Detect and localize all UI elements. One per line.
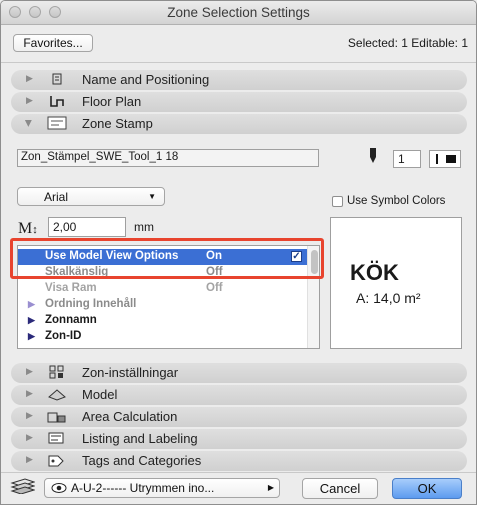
panel-label: Floor Plan (82, 94, 142, 109)
layer-dropdown[interactable]: A-U-2------ Utrymmen ino... ▶ (44, 478, 280, 498)
panel-area-calculation[interactable]: ▶ Area Calculation (11, 407, 467, 427)
selection-status: Selected: 1 Editable: 1 (347, 36, 468, 50)
name-positioning-icon (49, 72, 65, 86)
zone-stamp-preview: KÖK A: 14,0 m² (330, 217, 462, 349)
floor-plan-icon (49, 94, 65, 108)
text-size-field[interactable]: 2,00 (48, 217, 126, 237)
parameter-row-visa-ram[interactable]: Visa Ram Off (18, 281, 307, 297)
expand-triangle-icon[interactable]: ▶ (28, 331, 35, 342)
use-symbol-colors-checkbox[interactable] (332, 196, 343, 207)
font-dropdown[interactable]: Arial ▼ (17, 187, 165, 206)
panel-zone-settings[interactable]: ▶ Zon-inställningar (11, 363, 467, 383)
zone-stamp-icon (47, 116, 67, 130)
font-value: Arial (44, 190, 69, 204)
swatch-bar (436, 154, 438, 164)
preview-zone-name: KÖK (350, 260, 399, 285)
pen-number-field[interactable]: 1 (393, 150, 421, 168)
window-title: Zone Selection Settings (167, 5, 310, 20)
expand-triangle-icon[interactable]: ▶ (26, 454, 33, 465)
expand-triangle-icon[interactable]: ▶ (26, 73, 33, 84)
chevron-down-icon: ▼ (148, 192, 156, 201)
cancel-button[interactable]: Cancel (302, 478, 378, 499)
panel-name-and-positioning[interactable]: ▶ Name and Positioning (11, 70, 467, 90)
swatch-fill (446, 155, 456, 163)
panel-label: Zon-inställningar (82, 365, 179, 380)
layer-value: A-U-2------ Utrymmen ino... (71, 481, 215, 495)
zone-selection-settings-window: Zone Selection Settings Favorites... Sel… (0, 0, 477, 505)
panel-label: Tags and Categories (82, 453, 202, 468)
expand-triangle-icon[interactable]: ▶ (26, 95, 33, 106)
expand-triangle-icon[interactable]: ▶ (28, 299, 35, 310)
chevron-right-icon: ▶ (267, 483, 274, 492)
panel-label: Name and Positioning (82, 72, 210, 87)
text-size-unit: mm (134, 220, 154, 234)
title-bar: Zone Selection Settings (1, 1, 476, 25)
divider (1, 472, 476, 473)
panel-zone-stamp[interactable]: ▶ Zone Stamp (11, 114, 467, 134)
tags-categories-icon (47, 453, 67, 467)
library-part-name-field[interactable]: Zon_Stämpel_SWE_Tool_1 18 (17, 149, 319, 167)
pen-icon (368, 148, 378, 164)
layer-icon (9, 478, 35, 494)
collapse-triangle-icon[interactable]: ▶ (23, 120, 34, 127)
panel-label: Model (82, 387, 118, 402)
parameter-row-ordning-innehall[interactable]: ▶ Ordning Innehåll (18, 297, 307, 313)
use-symbol-colors-label: Use Symbol Colors (347, 195, 446, 207)
panel-tags-and-categories[interactable]: ▶ Tags and Categories (11, 451, 467, 471)
panel-label: Area Calculation (82, 409, 178, 424)
area-calculation-icon (47, 409, 67, 423)
panel-label: Zone Stamp (82, 116, 153, 131)
expand-triangle-icon[interactable]: ▶ (28, 315, 35, 326)
expand-triangle-icon[interactable]: ▶ (26, 366, 33, 377)
eye-icon (51, 481, 67, 495)
panel-label: Listing and Labeling (82, 431, 198, 446)
pen-color-swatch[interactable] (429, 150, 461, 168)
text-size-icon: M↕ (18, 220, 38, 237)
listing-labeling-icon (47, 431, 67, 445)
expand-triangle-icon[interactable]: ▶ (26, 388, 33, 399)
expand-triangle-icon[interactable]: ▶ (26, 432, 33, 443)
ok-button[interactable]: OK (392, 478, 462, 499)
panel-model[interactable]: ▶ Model (11, 385, 467, 405)
parameter-row-zon-id[interactable]: ▶ Zon-ID (18, 329, 307, 345)
zone-settings-icon (49, 365, 65, 379)
parameter-row-zonnamn[interactable]: ▶ Zonnamn (18, 313, 307, 329)
divider (1, 62, 476, 63)
highlight-annotation (10, 238, 324, 279)
preview-zone-area: A: 14,0 m² (356, 290, 421, 306)
favorites-button[interactable]: Favorites... (13, 34, 93, 52)
model-icon (47, 387, 67, 401)
expand-triangle-icon[interactable]: ▶ (26, 410, 33, 421)
panel-floor-plan[interactable]: ▶ Floor Plan (11, 92, 467, 112)
panel-listing-and-labeling[interactable]: ▶ Listing and Labeling (11, 429, 467, 449)
